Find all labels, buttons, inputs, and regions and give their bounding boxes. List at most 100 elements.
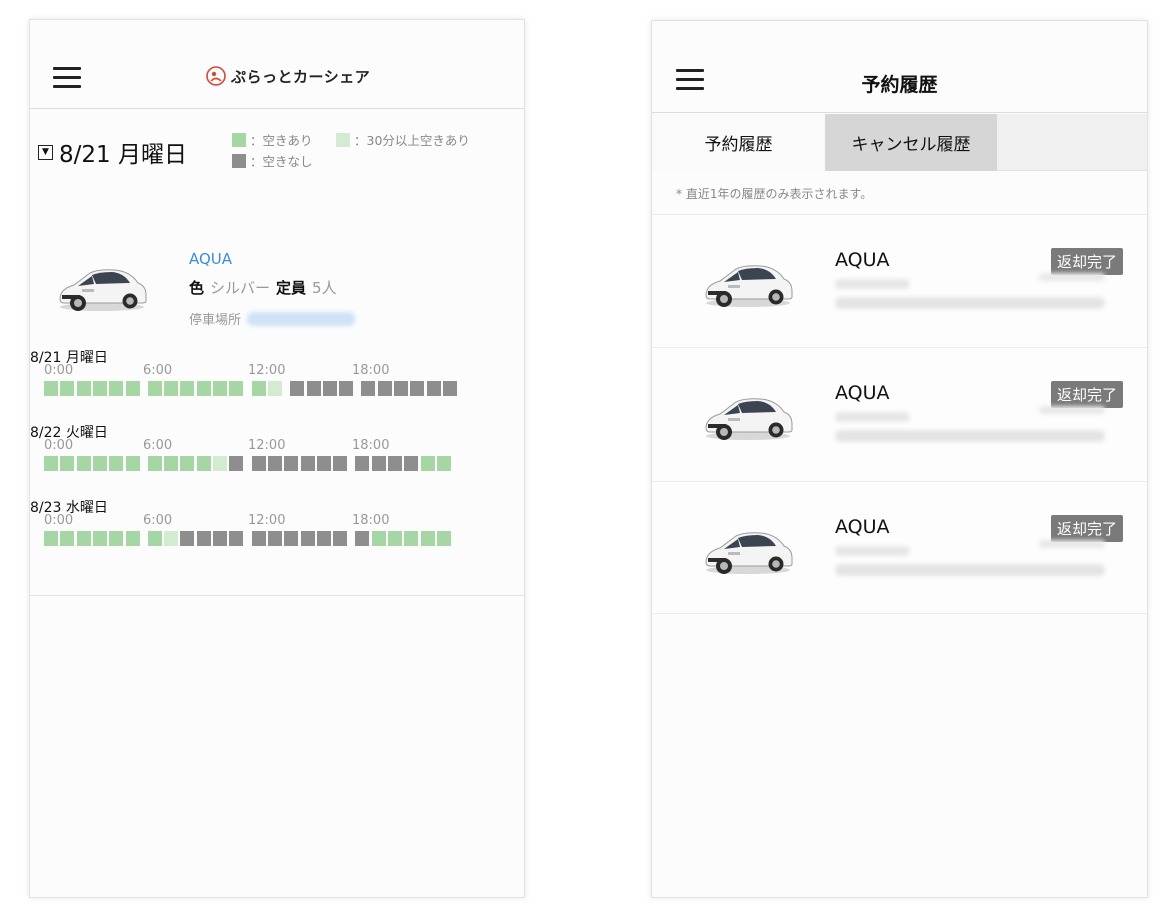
time-slot[interactable] — [361, 381, 376, 396]
car-name: AQUA — [835, 516, 890, 538]
time-slot[interactable] — [196, 531, 211, 546]
time-slot[interactable] — [44, 531, 58, 546]
time-label: 6:00 — [143, 363, 173, 378]
time-slot[interactable] — [196, 381, 211, 396]
tab-cancel-history[interactable]: キャンセル履歴 — [825, 114, 997, 171]
time-slot[interactable] — [196, 456, 211, 471]
app-logo: ぷらっとカーシェア — [205, 65, 370, 87]
app-header: 予約履歴 — [652, 21, 1147, 113]
time-slot[interactable] — [306, 381, 321, 396]
time-slot[interactable] — [355, 456, 370, 471]
time-slot[interactable] — [333, 456, 348, 471]
slot-bar — [44, 381, 464, 396]
time-slot[interactable] — [147, 381, 162, 396]
time-slot[interactable] — [109, 381, 124, 396]
time-slot[interactable] — [76, 381, 91, 396]
time-slot[interactable] — [316, 531, 331, 546]
time-slot[interactable] — [442, 381, 457, 396]
time-label: 0:00 — [44, 363, 74, 378]
time-slot[interactable] — [229, 531, 244, 546]
time-slot[interactable] — [404, 531, 419, 546]
time-slot[interactable] — [147, 531, 162, 546]
color-label: 色 — [189, 279, 205, 297]
divider — [30, 595, 524, 596]
time-slot[interactable] — [371, 531, 386, 546]
time-slot[interactable] — [410, 381, 425, 396]
time-slot[interactable] — [426, 381, 441, 396]
time-slot[interactable] — [180, 456, 195, 471]
time-slot[interactable] — [251, 456, 266, 471]
reservation-row[interactable]: AQUA 返却完了 — [652, 214, 1147, 347]
time-slot[interactable] — [300, 531, 315, 546]
time-slot[interactable] — [436, 456, 451, 471]
time-slot[interactable] — [76, 456, 91, 471]
time-slot[interactable] — [284, 531, 299, 546]
time-slot[interactable] — [436, 531, 451, 546]
time-slot[interactable] — [394, 381, 408, 396]
legend-available-30min: ：30分以上空きあり — [336, 130, 470, 149]
time-slot[interactable] — [322, 381, 337, 396]
availability-screen: ぷらっとカーシェア ▼ 8/21 月曜日 ：空きあり ：30分以上空きあり ：空… — [29, 19, 525, 898]
car-image — [705, 265, 793, 307]
time-slot[interactable] — [180, 381, 195, 396]
time-slot[interactable] — [300, 456, 315, 471]
hamburger-menu-icon[interactable] — [53, 67, 81, 88]
time-slot[interactable] — [164, 456, 179, 471]
time-slot[interactable] — [164, 381, 179, 396]
status-badge: 返却完了 — [1050, 381, 1123, 408]
tab-reservation-history[interactable]: 予約履歴 — [652, 114, 825, 171]
time-slot[interactable] — [251, 531, 266, 546]
reservation-row[interactable]: AQUA 返却完了 — [652, 347, 1147, 480]
car-image — [705, 398, 793, 440]
time-slot[interactable] — [355, 531, 370, 546]
car-name-link[interactable]: AQUA — [189, 250, 232, 268]
car-name: AQUA — [835, 382, 890, 404]
time-slot[interactable] — [213, 531, 227, 546]
time-slot[interactable] — [316, 456, 331, 471]
time-slot[interactable] — [267, 531, 282, 546]
time-slot[interactable] — [76, 531, 91, 546]
time-slot[interactable] — [333, 531, 348, 546]
time-slot[interactable] — [377, 381, 392, 396]
time-slot[interactable] — [290, 381, 305, 396]
time-slot[interactable] — [109, 531, 124, 546]
time-slot[interactable] — [60, 531, 75, 546]
time-slot[interactable] — [147, 456, 162, 471]
selected-date: 8/21 月曜日 — [59, 142, 187, 168]
time-slot[interactable] — [213, 381, 227, 396]
time-slot[interactable] — [284, 456, 299, 471]
time-slot[interactable] — [213, 456, 227, 471]
time-slot[interactable] — [339, 381, 354, 396]
time-slot[interactable] — [109, 456, 124, 471]
time-slot[interactable] — [229, 381, 244, 396]
legend-label-available-30min: ：30分以上空きあり — [354, 133, 470, 148]
time-slot[interactable] — [125, 531, 140, 546]
legend-label-available: ：空きあり — [250, 133, 313, 148]
time-slot[interactable] — [60, 381, 75, 396]
time-slot[interactable] — [92, 381, 107, 396]
time-slot[interactable] — [420, 456, 435, 471]
time-slot[interactable] — [267, 456, 282, 471]
time-slot[interactable] — [44, 381, 58, 396]
time-slot[interactable] — [251, 381, 266, 396]
time-slot[interactable] — [388, 456, 402, 471]
time-slot[interactable] — [229, 456, 244, 471]
time-slot[interactable] — [267, 381, 282, 396]
time-slot[interactable] — [404, 456, 419, 471]
time-slot[interactable] — [180, 531, 195, 546]
time-slot[interactable] — [388, 531, 402, 546]
time-slot[interactable] — [420, 531, 435, 546]
time-slot[interactable] — [164, 531, 179, 546]
time-slot[interactable] — [371, 456, 386, 471]
date-selector[interactable]: ▼ 8/21 月曜日 — [38, 135, 187, 169]
time-slot[interactable] — [60, 456, 75, 471]
reservation-row[interactable]: AQUA 返却完了 — [652, 481, 1147, 614]
status-badge: 返却完了 — [1050, 248, 1123, 275]
time-slot[interactable] — [125, 381, 140, 396]
time-slot[interactable] — [125, 456, 140, 471]
time-slot[interactable] — [92, 456, 107, 471]
time-slot[interactable] — [44, 456, 58, 471]
legend-unavailable: ：空きなし — [232, 151, 313, 170]
time-slot[interactable] — [92, 531, 107, 546]
time-label: 0:00 — [44, 513, 74, 528]
